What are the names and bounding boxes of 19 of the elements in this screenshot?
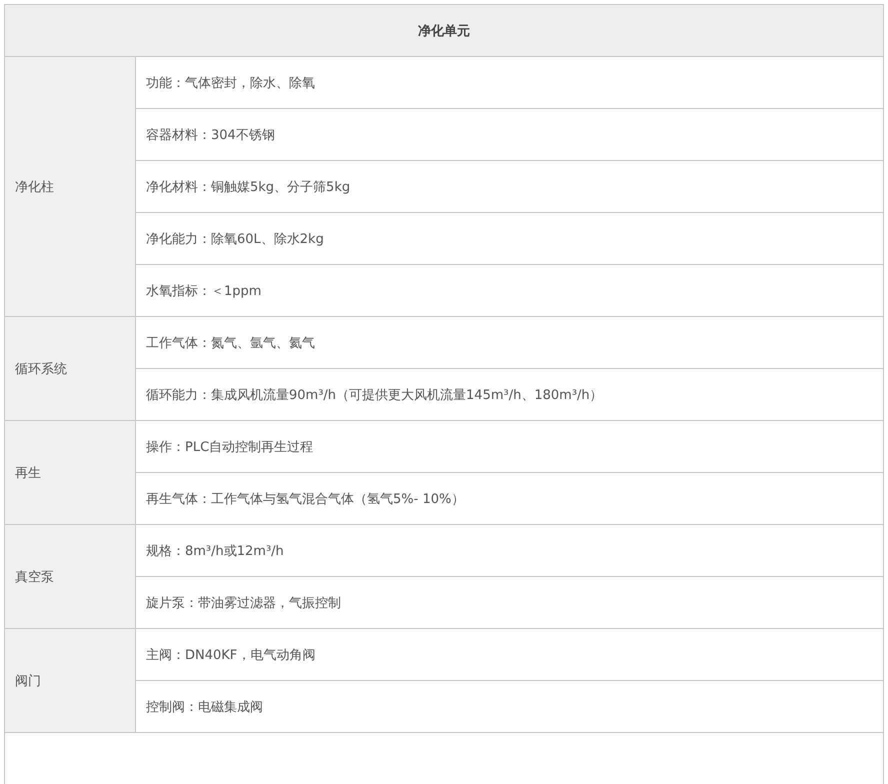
table-cell: 旋片泵：带油雾过滤器，气振控制 [136, 576, 884, 628]
group-cell: 真空泵 [4, 524, 136, 628]
table-cell: 主阀：DN40KF，电气动角阀 [136, 628, 884, 680]
group-cell: 阀门 [4, 628, 136, 732]
table-cell: 净化能力：除氧60L、除水2kg [136, 212, 884, 264]
table-cell: 功能：气体密封，除水、除氧 [136, 56, 884, 108]
group-cell: 再生 [4, 420, 136, 524]
table-cell: 操作：PLC自动控制再生过程 [136, 420, 884, 472]
table-cell: 容器材料：304不锈钢 [136, 108, 884, 160]
table-cell: 净化材料：铜触媒5kg、分子筛5kg [136, 160, 884, 212]
group-cell: 循环系统 [4, 316, 136, 420]
table-cell: 工作气体：氮气、氩气、氦气 [136, 316, 884, 368]
table-cell: 控制阀：电磁集成阀 [136, 680, 884, 732]
table-cell: 水氧指标：＜1ppm [136, 264, 884, 316]
table-cell: 循环能力：集成风机流量90m³/h（可提供更大风机流量145m³/h、180m³/h） [136, 368, 884, 420]
table-cell: 再生气体：工作气体与氢气混合气体（氢气5%- 10%） [136, 472, 884, 524]
table-cell: 规格：8m³/h或12m³/h [136, 524, 884, 576]
table-title: 净化单元 [4, 4, 884, 56]
group-cell: 净化柱 [4, 56, 136, 316]
